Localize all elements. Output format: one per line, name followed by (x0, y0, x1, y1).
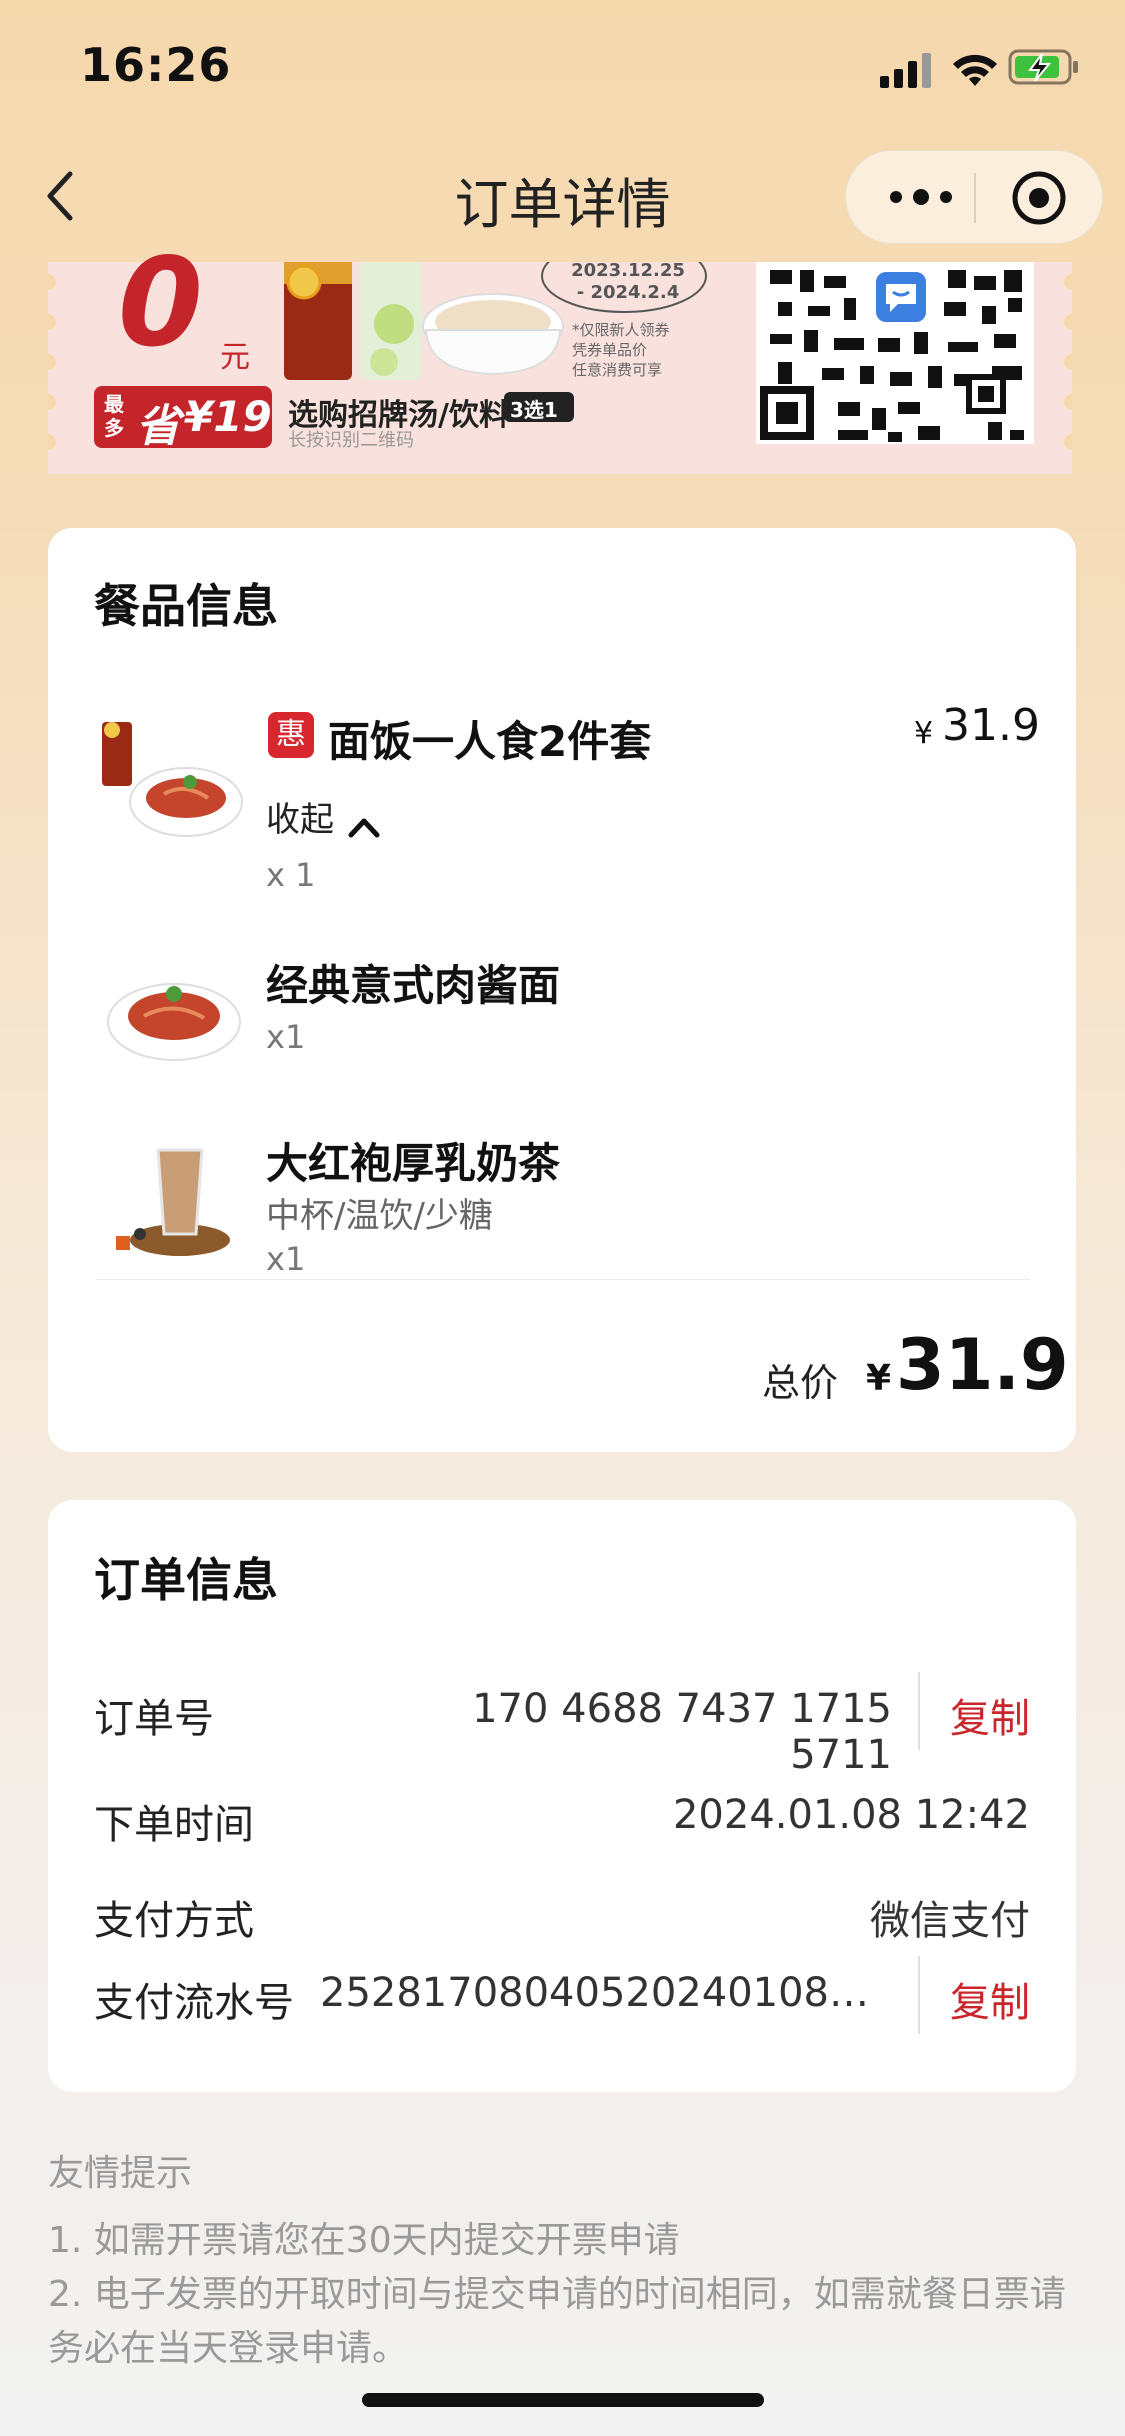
payment-serial: 252817080405202401081​7... (320, 1970, 892, 2016)
payment-method-label: 支付方式 (94, 1898, 254, 1944)
total-label: 总价 (762, 1361, 839, 1405)
copy-divider (918, 1956, 920, 2034)
status-time: 16:26 (80, 38, 232, 92)
copy-serial-button[interactable]: 复制 (950, 1970, 1030, 2028)
order-time-label: 下单时间 (94, 1802, 254, 1848)
target-close-icon[interactable] (1010, 169, 1068, 227)
promo-date-range: 2023.12.25 - 2024.2.4 (571, 260, 685, 303)
capsule-divider (974, 173, 976, 223)
order-info-title: 订单信息 (94, 1553, 278, 1607)
mini-program-capsule (845, 150, 1103, 244)
promo-zero: 0 (118, 232, 203, 374)
promo-note: 任意消费可享 (572, 361, 663, 379)
collapse-button[interactable]: 收起 (266, 792, 381, 841)
payment-serial-label: 支付流水号 (94, 1980, 294, 2026)
items-divider (96, 1279, 1030, 1280)
promo-save-prefix: 最多 (104, 392, 124, 440)
home-indicator[interactable] (362, 2393, 764, 2407)
tip-line: 2. 电子发票的开取时间与提交申请的时间相同，如需就餐日票请 (48, 2274, 1066, 2315)
item-qty: x1 (266, 1240, 306, 1278)
combo-price: 31.9 (942, 700, 1040, 751)
order-number: 170 4688 7437 1715 5711 (472, 1686, 892, 1778)
promo-badge: 3选1 (510, 398, 558, 422)
order-time: 2024.01.08 12:42 (672, 1792, 1030, 1838)
more-dots-icon[interactable] (886, 179, 956, 215)
promo-save-amount: ¥19 (184, 392, 272, 441)
promo-hint: 长按识别二维码 (288, 430, 414, 451)
combo-image (102, 722, 243, 837)
battery-charging-icon (1008, 49, 1078, 85)
promo-note: 凭券单品价 (572, 341, 648, 359)
total-price: 31.9 (896, 1324, 1069, 1406)
promo-notes: *仅限新人领券 凭券单品价 任意消费可享 (572, 320, 670, 380)
discount-badge: 惠 (268, 712, 314, 758)
food-info-title: 餐品信息 (94, 579, 278, 633)
promo-note: *仅限新人领券 (572, 321, 670, 339)
combo-qty: x 1 (266, 856, 316, 894)
combo-name: 面饭一人食2件套 (328, 717, 652, 766)
item-spec: 中杯/温饮/少糖 (266, 1196, 493, 1236)
payment-method: 微信支付 (870, 1898, 1030, 1944)
tip-line: 1. 如需开票请您在30天内提交开票申请 (48, 2220, 680, 2261)
item-qty: x1 (266, 1018, 306, 1056)
collapse-label: 收起 (266, 800, 334, 840)
promo-save-word: 省 (136, 401, 180, 452)
wifi-icon (953, 54, 997, 86)
promo-yuan: 元 (220, 340, 250, 375)
item-name: 经典意式肉酱面 (266, 961, 561, 1010)
chevron-up-icon (348, 818, 380, 837)
copy-divider (918, 1672, 920, 1750)
tips-title: 友情提示 (48, 2153, 193, 2194)
milk-tea-image (116, 1148, 230, 1256)
promo-banner[interactable]: 0 元 最多 省 ¥19 选购招牌汤/饮料 3选1 长按识别二维码 2023.1… (48, 242, 1072, 474)
pasta-image (107, 983, 241, 1061)
order-number-label: 订单号 (94, 1696, 214, 1742)
tip-line: 务必在当天登录申请。 (48, 2328, 409, 2369)
cellular-signal-icon (880, 53, 931, 88)
combo-price-symbol: ¥ (914, 716, 934, 751)
copy-order-number-button[interactable]: 复制 (950, 1686, 1030, 1744)
item-name: 大红袍厚乳奶茶 (266, 1139, 561, 1188)
total-symbol: ¥ (866, 1358, 892, 1399)
